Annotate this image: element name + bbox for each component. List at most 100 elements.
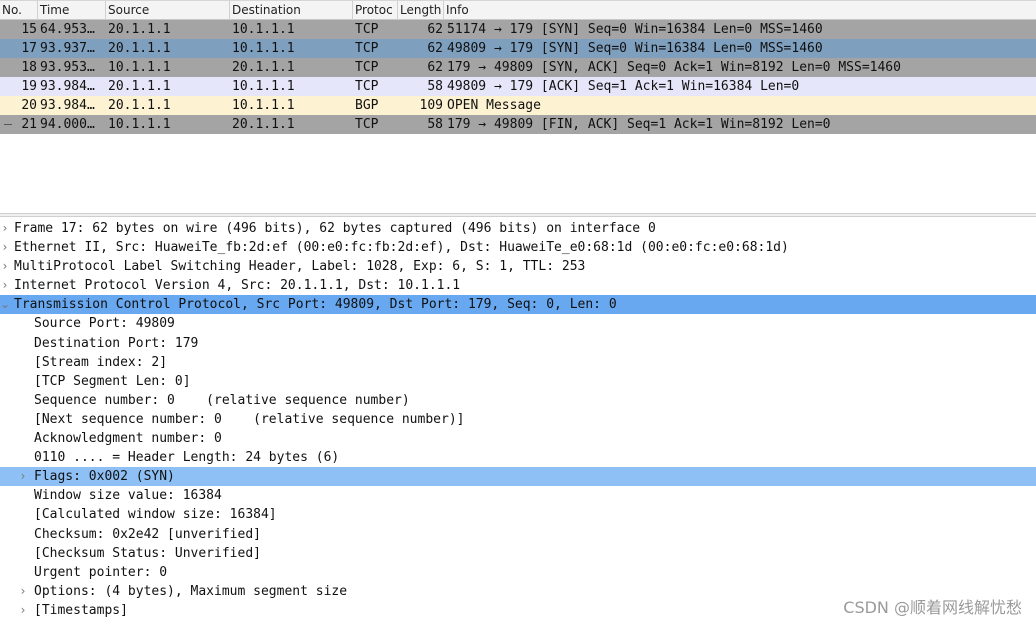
packet-source: 10.1.1.1: [108, 117, 171, 132]
detail-row[interactable]: [Calculated window size: 16384]: [0, 505, 1036, 524]
packet-row[interactable]: 17 93.937… 20.1.1.1 10.1.1.1 TCP 62 49809 → 17…: [0, 39, 1036, 58]
detail-row[interactable]: Window size value: 16384: [0, 486, 1036, 505]
detail-row[interactable]: › Internet Protocol Version 4, Src: 20.1.…: [0, 276, 1036, 295]
detail-text: Frame 17: 62 bytes on wire (496 bits), 6…: [14, 221, 656, 236]
collapsed-arrow-icon[interactable]: ›: [0, 219, 10, 238]
packet-length: 62: [427, 22, 443, 37]
packet-protocol: BGP: [355, 98, 379, 113]
column-header-info[interactable]: Info: [444, 1, 1036, 20]
collapsed-arrow-icon[interactable]: ›: [0, 276, 10, 295]
detail-text: Acknowledgment number: 0: [34, 431, 222, 447]
packet-protocol: TCP: [355, 60, 379, 75]
column-header-source[interactable]: Source: [106, 1, 230, 20]
detail-row[interactable]: Urgent pointer: 0: [0, 563, 1036, 582]
column-header-length[interactable]: Length: [398, 1, 444, 20]
collapsed-arrow-icon[interactable]: ›: [0, 238, 10, 257]
packet-protocol: TCP: [355, 22, 379, 37]
packet-length: 58: [427, 117, 443, 132]
detail-row[interactable]: Destination Port: 179: [0, 334, 1036, 353]
detail-row[interactable]: Acknowledgment number: 0: [0, 429, 1036, 448]
packet-rows: 15 64.953… 20.1.1.1 10.1.1.1 TCP 62 51174 → 17…: [0, 20, 1036, 134]
detail-row[interactable]: Sequence number: 0 (relative sequence nu…: [0, 391, 1036, 410]
collapsed-arrow-icon[interactable]: ›: [18, 582, 28, 601]
packet-length: 62: [427, 60, 443, 75]
detail-text: [Calculated window size: 16384]: [34, 507, 277, 523]
detail-row[interactable]: ⌄ Transmission Control Protocol, Src Port…: [0, 295, 1036, 315]
packet-info: 49809 → 179 [ACK] Seq=1 Ack=1 Win=16384 …: [447, 79, 800, 94]
packet-no: 18: [21, 60, 37, 75]
packet-source: 10.1.1.1: [108, 60, 171, 75]
column-header-no[interactable]: No.: [0, 1, 38, 20]
packet-destination: 10.1.1.1: [232, 79, 295, 94]
detail-text: [TCP Segment Len: 0]: [34, 373, 191, 389]
detail-row[interactable]: › Ethernet II, Src: HuaweiTe_fb:2d:ef (00…: [0, 238, 1036, 257]
detail-text: [Checksum Status: Unverified]: [34, 545, 261, 561]
packet-length: 109: [419, 98, 443, 113]
packet-row[interactable]: 19 93.984… 20.1.1.1 10.1.1.1 TCP 58 49809 → 17…: [0, 77, 1036, 96]
packet-row[interactable]: 21 94.000… 10.1.1.1 20.1.1.1 TCP 58 179 → 4980…: [0, 115, 1036, 134]
detail-text: MultiProtocol Label Switching Header, La…: [14, 259, 586, 275]
packet-info: 49809 → 179 [SYN] Seq=0 Win=16384 Len=0 …: [447, 41, 823, 56]
detail-row[interactable]: › Frame 17: 62 bytes on wire (496 bits), …: [0, 219, 1036, 238]
detail-row[interactable]: [Checksum Status: Unverified]: [0, 544, 1036, 563]
packet-source: 20.1.1.1: [108, 79, 171, 94]
collapsed-arrow-icon[interactable]: ›: [18, 467, 28, 486]
collapsed-arrow-icon[interactable]: ›: [18, 601, 28, 620]
packet-no: 19: [21, 79, 37, 94]
packet-destination: 20.1.1.1: [232, 117, 295, 132]
detail-text: Window size value: 16384: [34, 488, 222, 504]
detail-text: [Timestamps]: [34, 602, 128, 618]
packet-destination: 10.1.1.1: [232, 22, 295, 37]
detail-row[interactable]: Checksum: 0x2e42 [unverified]: [0, 525, 1036, 544]
packet-time: 93.984…: [40, 98, 95, 113]
detail-text: [Next sequence number: 0 (relative seque…: [34, 411, 465, 427]
packet-info: OPEN Message: [447, 98, 541, 113]
packet-no: 17: [21, 41, 37, 56]
packet-info: 179 → 49809 [FIN, ACK] Seq=1 Ack=1 Win=8…: [447, 117, 831, 132]
packet-destination: 10.1.1.1: [232, 41, 295, 56]
packet-info: 179 → 49809 [SYN, ACK] Seq=0 Ack=1 Win=8…: [447, 60, 901, 75]
packet-row[interactable]: 18 93.953… 10.1.1.1 20.1.1.1 TCP 62 179 → 4980…: [0, 58, 1036, 77]
packet-source: 20.1.1.1: [108, 98, 171, 113]
detail-row[interactable]: 0110 .... = Header Length: 24 bytes (6): [0, 448, 1036, 467]
packet-length: 62: [427, 41, 443, 56]
packet-length: 58: [427, 79, 443, 94]
expanded-arrow-icon[interactable]: ⌄: [0, 295, 10, 314]
detail-row[interactable]: [Next sequence number: 0 (relative seque…: [0, 410, 1036, 429]
packet-source: 20.1.1.1: [108, 22, 171, 37]
detail-row[interactable]: › MultiProtocol Label Switching Header, L…: [0, 257, 1036, 276]
packet-time: 93.984…: [40, 79, 95, 94]
packet-no: 21: [21, 117, 37, 132]
detail-text: 0110 .... = Header Length: 24 bytes (6): [34, 450, 340, 466]
detail-row[interactable]: [TCP Segment Len: 0]: [0, 372, 1036, 391]
packet-time: 93.937…: [40, 41, 95, 56]
detail-text: Destination Port: 179: [34, 335, 199, 351]
detail-text: Internet Protocol Version 4, Src: 20.1.1…: [14, 278, 461, 294]
packet-protocol: TCP: [355, 41, 379, 56]
packet-row[interactable]: 20 93.984… 20.1.1.1 10.1.1.1 BGP 109 OPEN Mess…: [0, 96, 1036, 115]
packet-time: 64.953…: [40, 22, 95, 37]
packet-destination: 10.1.1.1: [232, 98, 295, 113]
packet-row[interactable]: 15 64.953… 20.1.1.1 10.1.1.1 TCP 62 51174 → 17…: [0, 20, 1036, 39]
watermark: CSDN @顺着网线解忧愁: [843, 598, 1022, 617]
pane-splitter[interactable]: [0, 213, 1036, 217]
packet-list: No. Time Source Destination Protoc Lengt…: [0, 0, 1036, 134]
collapsed-arrow-icon[interactable]: ›: [0, 257, 10, 276]
detail-row[interactable]: › Flags: 0x002 (SYN): [0, 467, 1036, 487]
detail-text: [Stream index: 2]: [34, 354, 168, 370]
packet-details-tree: › Frame 17: 62 bytes on wire (496 bits), …: [0, 219, 1036, 620]
column-header-protocol[interactable]: Protoc: [353, 1, 398, 20]
detail-text: Source Port: 49809: [34, 316, 175, 332]
detail-text: Sequence number: 0 (relative sequence nu…: [34, 392, 410, 408]
detail-text: Urgent pointer: 0: [34, 564, 168, 580]
column-header-destination[interactable]: Destination: [230, 1, 353, 20]
column-header-time[interactable]: Time: [38, 1, 106, 20]
packet-info: 51174 → 179 [SYN] Seq=0 Win=16384 Len=0 …: [447, 22, 823, 37]
detail-row[interactable]: [Stream index: 2]: [0, 353, 1036, 372]
detail-text: Flags: 0x002 (SYN): [34, 469, 175, 485]
detail-text: Checksum: 0x2e42 [unverified]: [34, 526, 261, 542]
detail-row[interactable]: Source Port: 49809: [0, 314, 1036, 333]
packet-destination: 20.1.1.1: [232, 60, 295, 75]
packet-protocol: TCP: [355, 117, 379, 132]
packet-time: 93.953…: [40, 60, 95, 75]
